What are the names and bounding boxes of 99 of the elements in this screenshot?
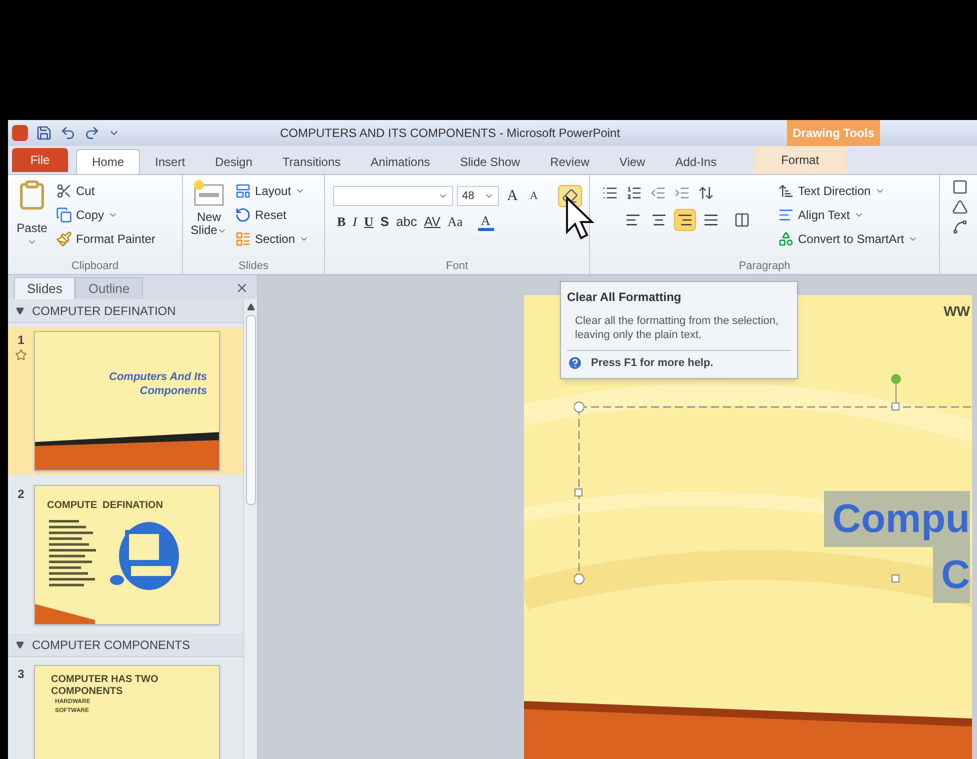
align-icon [651,212,667,228]
section-header[interactable]: COMPUTER COMPONENTS [8,633,243,657]
ribbon-command[interactable]: Text Direction [774,179,922,203]
copy-icon [56,207,72,223]
ribbon-command[interactable]: Reset [231,203,314,227]
ribbon-tab[interactable]: Format [754,146,847,174]
bullets-icon[interactable] [602,185,618,201]
text-box-icon[interactable] [952,179,968,195]
slide-title: Components [140,384,207,398]
format-button[interactable]: B [337,215,346,229]
format-button[interactable]: U [364,215,374,229]
increase-indent-icon[interactable] [674,185,690,201]
columns-icon[interactable] [734,212,750,228]
slide-title: Computers And Its [109,370,207,384]
slide-thumbnail[interactable]: Computers And Its Components [34,331,220,471]
slide-number: 1 [18,332,24,349]
ribbon-command[interactable]: Layout [231,179,314,203]
ribbon-tab[interactable]: Transitions [267,149,356,174]
align-icon [703,212,719,228]
slide-title: Compu [824,491,970,547]
ribbon-command[interactable]: Cut [52,179,160,203]
section-icon [235,231,251,247]
numbering-icon[interactable] [626,185,642,201]
help-text: Press F1 for more help. [591,356,714,371]
format-button[interactable]: A [478,214,494,230]
tooltip-title: Clear All Formatting [567,289,682,306]
shrink-font-button[interactable]: A [526,188,542,204]
computer-icon [109,520,179,592]
group-label: Paragraph [738,259,792,274]
mouse-pointer-icon [565,196,595,242]
animation-star-icon [15,349,27,361]
slide-number: 2 [18,486,24,503]
align-icon [677,212,693,228]
new-slide-button[interactable]: New Slide [187,179,231,258]
file-tab[interactable]: File [12,148,68,172]
ribbon-tab[interactable]: View [604,149,660,174]
ribbon-tab[interactable]: Insert [140,149,200,174]
format-button[interactable]: AV [424,215,440,229]
slide-title: COMPUTE DEFINATION [47,499,163,513]
align-icon [625,212,641,228]
format-button[interactable]: I [352,215,358,229]
ribbon-tab[interactable]: Add-Ins [660,149,732,174]
align-button[interactable] [674,209,696,231]
decrease-indent-icon[interactable] [650,185,666,201]
slide-title: C [933,547,970,603]
align-text-icon [778,207,794,223]
help-icon [567,355,583,372]
slide-number: 3 [18,666,24,683]
ribbon-tab[interactable]: Slide Show [445,149,536,174]
format-button[interactable]: S [380,215,390,229]
triangle-icon[interactable] [952,199,968,215]
pane-tab[interactable]: Slides [14,277,76,299]
format-button[interactable]: abc [396,215,418,229]
smartart-icon [778,231,794,247]
tooltip-text: Clear all the formatting from the selection, leaving only the plain text. [574,314,780,342]
font-name-field[interactable] [333,186,453,206]
curve-icon[interactable] [952,219,968,235]
grow-font-button[interactable]: A [503,185,522,208]
close-icon[interactable] [235,281,249,295]
brush-icon [56,231,72,247]
format-button[interactable]: Aa [447,215,463,229]
slide-row[interactable]: 2 COMPUTE DEFINATION [8,481,243,629]
contextual-tab-header: Drawing Tools [787,120,880,146]
slide-text: WW [944,302,970,321]
selected-slide-highlight[interactable]: 1 Computers And Its Components [8,327,243,475]
ribbon-tab[interactable]: Design [200,149,268,174]
scroll-up-icon[interactable] [246,303,254,311]
ribbon-command[interactable]: Format Painter [52,227,160,251]
section-header[interactable]: COMPUTER DEFINATION [8,299,243,323]
collapse-icon [16,640,24,648]
paste-button[interactable]: Paste [12,179,52,258]
slide-title: COMPONENTS [51,686,124,698]
reset-icon [235,207,251,223]
font-size-field[interactable]: 48 [457,186,499,206]
save-icon[interactable] [36,125,52,141]
app-logo-icon [12,125,28,141]
text-direction-icon [778,183,794,199]
ribbon-tab[interactable]: Home [76,149,140,174]
ribbon-command[interactable]: Copy [52,203,160,227]
group-label: Slides [238,259,270,274]
group-label: Clipboard [70,259,120,274]
window-title: COMPUTERS AND ITS COMPONENTS - Microsoft PowerPoint [280,125,622,142]
ribbon-tab[interactable]: Review [535,149,604,174]
scissors-icon [56,183,72,199]
layout-icon [235,183,251,199]
ribbon-tab[interactable]: Animations [356,149,446,174]
redo-icon[interactable] [84,125,100,141]
scroll-thumb[interactable] [246,315,256,505]
group-label: Font [444,259,469,274]
slide-title: COMPUTER HAS TWO [51,674,158,686]
undo-icon[interactable] [60,125,76,141]
new-slide-icon [193,179,225,207]
collapse-icon [16,306,24,314]
slide-thumbnail[interactable]: COMPUTE DEFINATION [34,485,220,625]
ribbon-command[interactable]: Section [231,227,314,251]
pane-tab[interactable]: Outline [75,277,143,299]
ribbon-command[interactable]: Align Text [774,203,922,227]
line-spacing-icon[interactable] [698,185,714,201]
ribbon-command[interactable]: Convert to SmartArt [774,227,922,251]
